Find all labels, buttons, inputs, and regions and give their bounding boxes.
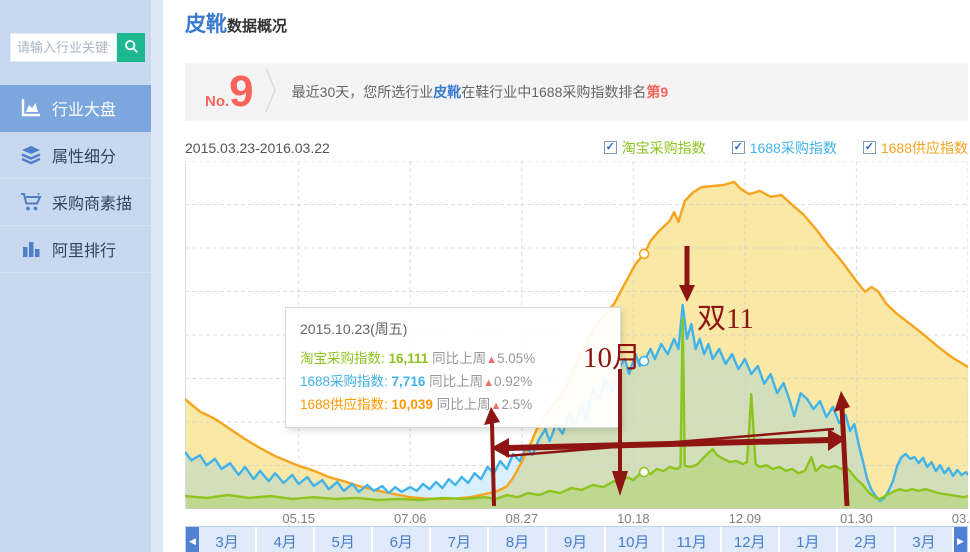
sidebar-item-采购商素描[interactable]: 采购商素描 [0, 179, 151, 226]
sidebar-item-行业大盘[interactable]: 行业大盘 [0, 85, 151, 132]
chart-legend: ✓ 淘宝采购指数 ✓ 1688采购指数 ✓ 1688供应指数 [604, 138, 968, 158]
rank-number: No. 9 [205, 70, 254, 114]
industry-dashboard: 行业大盘属性细分采购商素描阿里排行 皮靴 数据概况 No. 9 最近30天，您所… [0, 0, 970, 552]
search-input[interactable] [10, 33, 117, 62]
month-cell-3[interactable]: 5月 [315, 527, 373, 552]
chart-header: 2015.03.23-2016.03.22 ✓ 淘宝采购指数 ✓ 1688采购指数 ✓ 1… [185, 138, 968, 157]
bar-chart-icon [20, 239, 42, 259]
legend-item-1688采购指数[interactable]: ✓ 1688采购指数 [732, 138, 837, 158]
chevron-right-icon: ▶ [957, 536, 964, 547]
tooltip-date: 2015.10.23(周五) [300, 319, 606, 339]
month-cell-4[interactable]: 6月 [373, 527, 431, 552]
x-axis-ticks: 05.15 07.06 08.27 10.18 12.09 01.30 03.22 [185, 509, 968, 526]
month-cell-13[interactable]: 3月 [896, 527, 954, 552]
tooltip-row: 淘宝采购指数: 16,111 同比上周▲5.05% [300, 348, 606, 371]
main-content: 皮靴 数据概况 No. 9 最近30天，您所选行业皮靴在鞋行业中1688采购指数… [185, 0, 968, 552]
hover-marker [640, 249, 649, 258]
up-arrow-icon: ▲ [486, 354, 497, 366]
hover-marker [640, 468, 649, 477]
x-tick-label: 10.18 [610, 511, 656, 526]
checkbox-checked-icon[interactable]: ✓ [732, 141, 745, 154]
month-pager: ◀ 3月4月5月6月7月8月9月10月11月12月1月2月3月 ▶ [185, 526, 968, 552]
month-cell-12[interactable]: 2月 [838, 527, 896, 552]
rank-no-label: No. [205, 93, 229, 110]
legend-label: 1688采购指数 [750, 138, 837, 158]
legend-item-1688供应指数[interactable]: ✓ 1688供应指数 [863, 138, 968, 158]
cart-icon [20, 192, 42, 212]
prev-month-button[interactable]: ◀ [186, 527, 199, 552]
month-cell-7[interactable]: 9月 [547, 527, 605, 552]
checkbox-checked-icon[interactable]: ✓ [604, 141, 617, 154]
month-cell-9[interactable]: 11月 [664, 527, 722, 552]
tooltip-rows: 淘宝采购指数: 16,111 同比上周▲5.05%1688采购指数: 7,716… [300, 348, 606, 417]
industry-search [10, 33, 145, 62]
sidebar-right-strip [151, 0, 163, 552]
x-tick-label: 01.30 [833, 511, 879, 526]
legend-label: 1688供应指数 [881, 138, 968, 158]
sidebar-menu: 行业大盘属性细分采购商素描阿里排行 [0, 85, 163, 273]
legend-label: 淘宝采购指数 [622, 138, 706, 158]
magnifier-icon [124, 39, 139, 57]
month-cell-10[interactable]: 12月 [722, 527, 780, 552]
sidebar: 行业大盘属性细分采购商素描阿里排行 [0, 0, 163, 552]
legend-item-淘宝采购指数[interactable]: ✓ 淘宝采购指数 [604, 138, 706, 158]
month-cell-8[interactable]: 10月 [606, 527, 664, 552]
rank-text-rank: 第9 [646, 84, 668, 100]
up-arrow-icon: ▲ [483, 377, 494, 389]
month-cell-1[interactable]: 3月 [199, 527, 257, 552]
index-trend-chart[interactable]: 2015.10.23(周五) 淘宝采购指数: 16,111 同比上周▲5.05%… [185, 161, 968, 509]
checkbox-checked-icon[interactable]: ✓ [863, 141, 876, 154]
sidebar-item-label: 阿里排行 [52, 237, 116, 261]
up-arrow-icon: ▲ [491, 400, 502, 412]
sidebar-item-阿里排行[interactable]: 阿里排行 [0, 226, 151, 273]
sidebar-item-label: 采购商素描 [52, 190, 132, 214]
chevron-left-icon: ◀ [189, 536, 196, 547]
rank-no-value: 9 [229, 70, 253, 114]
chevron-divider-icon [264, 64, 278, 121]
search-button[interactable] [117, 33, 145, 62]
x-tick-label: 05.15 [276, 511, 322, 526]
rank-text-middle: 在鞋行业中1688采购指数排名 [461, 84, 646, 100]
rank-banner: No. 9 最近30天，您所选行业皮靴在鞋行业中1688采购指数排名第9 [185, 63, 968, 121]
month-cell-2[interactable]: 4月 [257, 527, 315, 552]
sidebar-item-label: 行业大盘 [52, 96, 116, 120]
tooltip-row: 1688采购指数: 7,716 同比上周▲0.92% [300, 371, 606, 394]
rank-description: 最近30天，您所选行业皮靴在鞋行业中1688采购指数排名第9 [292, 82, 669, 102]
x-tick-label: 12.09 [722, 511, 768, 526]
month-cell-5[interactable]: 7月 [431, 527, 489, 552]
page-title-suffix: 数据概况 [227, 15, 287, 36]
x-tick-label: 07.06 [387, 511, 433, 526]
next-month-button[interactable]: ▶ [954, 527, 967, 552]
date-range-label: 2015.03.23-2016.03.22 [185, 140, 330, 156]
x-tick-label: 03.22 [945, 511, 970, 526]
month-cell-6[interactable]: 8月 [489, 527, 547, 552]
rank-text-prefix: 最近30天，您所选行业 [292, 84, 434, 100]
page-title: 皮靴 数据概况 [185, 0, 968, 38]
area-chart-icon [20, 98, 42, 118]
tooltip-row: 1688供应指数: 10,039 同比上周▲2.5% [300, 394, 606, 417]
rank-text-keyword: 皮靴 [433, 84, 461, 100]
sidebar-item-属性细分[interactable]: 属性细分 [0, 132, 151, 179]
page-title-keyword: 皮靴 [185, 8, 227, 38]
chart-tooltip: 2015.10.23(周五) 淘宝采购指数: 16,111 同比上周▲5.05%… [285, 307, 621, 428]
sidebar-item-label: 属性细分 [52, 143, 116, 167]
month-cell-11[interactable]: 1月 [780, 527, 838, 552]
x-tick-label: 08.27 [499, 511, 545, 526]
layers-icon [20, 145, 42, 165]
hover-marker [640, 357, 649, 366]
